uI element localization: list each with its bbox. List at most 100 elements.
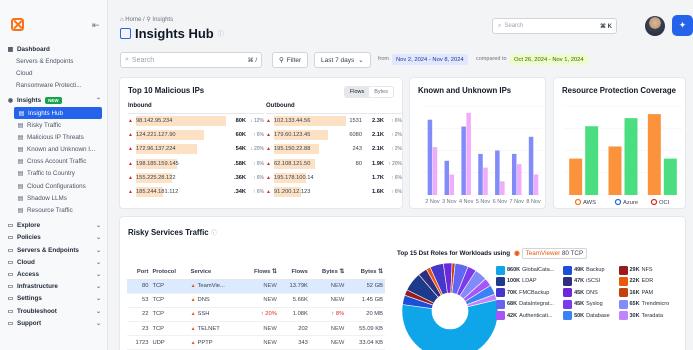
malicious-ip-row[interactable]: ▲ 179.60.123.45 6080 2.1K ↑ 2% [266, 128, 402, 142]
sidebar-item-cloud-configurations[interactable]: ▤ Cloud Configurations [6, 180, 104, 192]
bar[interactable] [427, 119, 433, 195]
malicious-ip-row[interactable]: ▲ 172.96.137.224 54K ↓ 20% [128, 142, 264, 156]
legend-item[interactable]: 65K Trendmicro [618, 299, 675, 309]
chevron-icon[interactable]: ⌄ [96, 295, 104, 302]
bar[interactable] [608, 146, 622, 195]
malicious-ip-row[interactable]: ▲ 185.244.181.112 .34K ↑ 6% [128, 185, 264, 199]
malicious-ip-row[interactable]: ▲ 102.133.44.56 1531 2.3K ↑ 6% [266, 114, 402, 128]
legend-item[interactable]: 22K EDR [618, 276, 675, 286]
malicious-ip-row[interactable]: ▲ 155.225.28.122 .36K ↑ 6% [128, 171, 264, 185]
chevron-icon[interactable]: ⌄ [96, 283, 104, 290]
bar[interactable] [647, 114, 661, 195]
sidebar-item-troubleshoot[interactable]: ▭ Troubleshoot ⌄ [6, 305, 104, 317]
sidebar-item-servers-endpoints[interactable]: Servers & Endpoints [6, 55, 104, 67]
legend-item[interactable]: 50K Database [563, 311, 614, 321]
malicious-ip-row[interactable]: ▲ 198.185.159.145 .58K ↑ 6% [128, 157, 264, 171]
global-search-input[interactable]: ⌕ Search ⌘ K [492, 18, 617, 34]
bar[interactable] [511, 153, 517, 195]
sidebar-item-servers-endpoints[interactable]: ▭ Servers & Endpoints ⌄ [6, 244, 104, 256]
column-header[interactable]: Protocol [150, 266, 189, 280]
bar[interactable] [624, 118, 638, 195]
table-row[interactable]: 22 TCP ▲ SSH ↑ 20% 1.08K ↑ 8% 20 MB [127, 307, 385, 323]
malicious-ip-row[interactable]: ▲ 91.200.12.123 1.6K ↑ 6% [266, 185, 402, 199]
sidebar-item-infrastructure[interactable]: ▭ Infrastructure ⌄ [6, 281, 104, 293]
bar[interactable] [533, 174, 539, 195]
legend-item[interactable]: 42K Authenticati... [496, 311, 559, 321]
bar[interactable] [461, 126, 466, 195]
bar[interactable] [585, 126, 599, 195]
column-header[interactable]: Bytes ⇅ [309, 266, 347, 280]
chevron-icon[interactable]: ⌄ [96, 234, 104, 241]
chevron-icon[interactable]: ⌄ [96, 308, 104, 315]
sidebar-item-cloud[interactable]: Cloud [6, 67, 104, 79]
bar[interactable] [500, 181, 505, 195]
legend-item[interactable]: 29K NFS [618, 265, 675, 275]
bar[interactable] [478, 153, 483, 195]
table-row[interactable]: 1723 UDP ▲ PPTP NEW 343 NEW 33.04 KB [127, 335, 385, 350]
table-row[interactable]: 23 TCP ▲ TELNET NEW 202 NEW 55.09 KB [127, 321, 385, 337]
sidebar-item-dashboard[interactable]: ▦ Dashboard [6, 43, 104, 55]
pie-slice[interactable] [401, 299, 499, 350]
column-header[interactable]: Service [188, 266, 242, 280]
sidebar-item-cloud[interactable]: ▭ Cloud ⌄ [6, 256, 104, 268]
legend-item[interactable]: 860K GlobalCata... [496, 265, 559, 275]
bar[interactable] [528, 136, 534, 195]
breadcrumb-current[interactable]: Insights [152, 17, 173, 23]
column-header[interactable]: Flows [278, 266, 310, 280]
legend-item[interactable]: 47K iSCSI [563, 276, 614, 286]
filter-search-input[interactable]: ⌕ Search ⌘ / [120, 52, 262, 68]
toggle-flows[interactable]: Flows [344, 87, 370, 97]
malicious-ip-row[interactable]: ▲ 62.108.121.50 80 1.9K ↑ 20% [266, 157, 402, 171]
date-range-select[interactable]: Last 7 days ⌄ [314, 52, 371, 68]
app-logo[interactable] [11, 18, 24, 31]
chevron-icon[interactable]: ⌃ [96, 97, 104, 104]
sidebar-item-explore[interactable]: ▭ Explore ⌄ [6, 220, 104, 232]
legend-item[interactable]: 45K Syslog [563, 299, 614, 309]
bar[interactable] [516, 164, 522, 195]
sidebar-item-ransomware-protecti[interactable]: Ransomware Protecti... [6, 80, 104, 92]
bar[interactable] [495, 150, 500, 196]
toggle-bytes[interactable]: Bytes [369, 87, 393, 97]
legend-item[interactable]: 16K PAM [618, 288, 675, 298]
sidebar-item-insights[interactable]: ◉ Insights NEW ⌃ [6, 95, 104, 107]
compared-range[interactable]: Oct 26, 2024 - Nov 1, 2024 [510, 54, 588, 65]
malicious-ip-row[interactable]: ▲ 195.150.22.88 243 2.1K ↑ 2% [266, 142, 402, 156]
info-icon[interactable]: ⓘ [211, 231, 217, 237]
from-range[interactable]: Nov 2, 2024 - Nov 8, 2024 [392, 54, 468, 65]
collapse-sidebar-icon[interactable]: ⇤ [92, 20, 100, 31]
assistant-button[interactable]: ✦ [672, 15, 693, 36]
sidebar-item-support[interactable]: ▭ Support ⌄ [6, 317, 104, 329]
malicious-ip-row[interactable]: ▲ 98.142.95.234 80K ↓ 12% [128, 114, 264, 128]
column-header[interactable]: Port [127, 266, 151, 280]
sidebar-item-shadow-llms[interactable]: ▤ Shadow LLMs [6, 192, 104, 204]
chevron-icon[interactable]: ⌄ [96, 222, 104, 229]
chevron-icon[interactable]: ⌄ [96, 247, 104, 254]
filter-button[interactable]: ⚲ Filter [272, 52, 309, 68]
chevron-icon[interactable]: ⌄ [96, 271, 104, 278]
legend-item[interactable]: 45K DNS [563, 288, 614, 298]
bar[interactable] [432, 147, 438, 195]
bar[interactable] [569, 158, 583, 195]
sidebar-item-malicious-ip-threats[interactable]: ▤ Malicious IP Threats [6, 131, 104, 143]
bar[interactable] [466, 112, 471, 195]
legend-item[interactable]: 30K Teradata [618, 311, 675, 321]
breadcrumb-home[interactable]: Home [125, 17, 141, 23]
sidebar-item-access[interactable]: ▭ Access ⌄ [6, 268, 104, 280]
sidebar-item-insights-hub[interactable]: ▤ Insights Hub [14, 106, 102, 120]
chevron-icon[interactable]: ⌄ [96, 320, 104, 327]
chevron-icon[interactable]: ⌄ [96, 259, 104, 266]
legend-item[interactable]: 70K FMCBackup [496, 288, 559, 298]
sidebar-item-settings[interactable]: ▭ Settings ⌄ [6, 293, 104, 305]
sidebar-item-risky-traffic[interactable]: ▤ Risky Traffic [6, 119, 104, 131]
bar[interactable] [444, 160, 450, 195]
malicious-ip-row[interactable]: ▲ 124.221.127.90 60K ↑ 6% [128, 128, 264, 142]
dst-roles-service-badge[interactable]: TeamViewer 80 TCP [521, 248, 588, 259]
bar[interactable] [483, 167, 488, 195]
bar[interactable] [663, 158, 677, 195]
malicious-ip-row[interactable]: ▲ 195.178.100.14 1.7K ↑ 6% [266, 171, 402, 185]
table-row[interactable]: 80 TCP ▲ TeamVie... NEW 13.79K NEW 52 GB [127, 279, 385, 294]
sidebar-item-policies[interactable]: ▭ Policies ⌄ [6, 232, 104, 244]
legend-item[interactable]: 100K LDAP [496, 276, 559, 286]
legend-item[interactable]: 49K Backup [563, 265, 614, 275]
column-header[interactable]: Flows ⇅ [241, 266, 279, 280]
